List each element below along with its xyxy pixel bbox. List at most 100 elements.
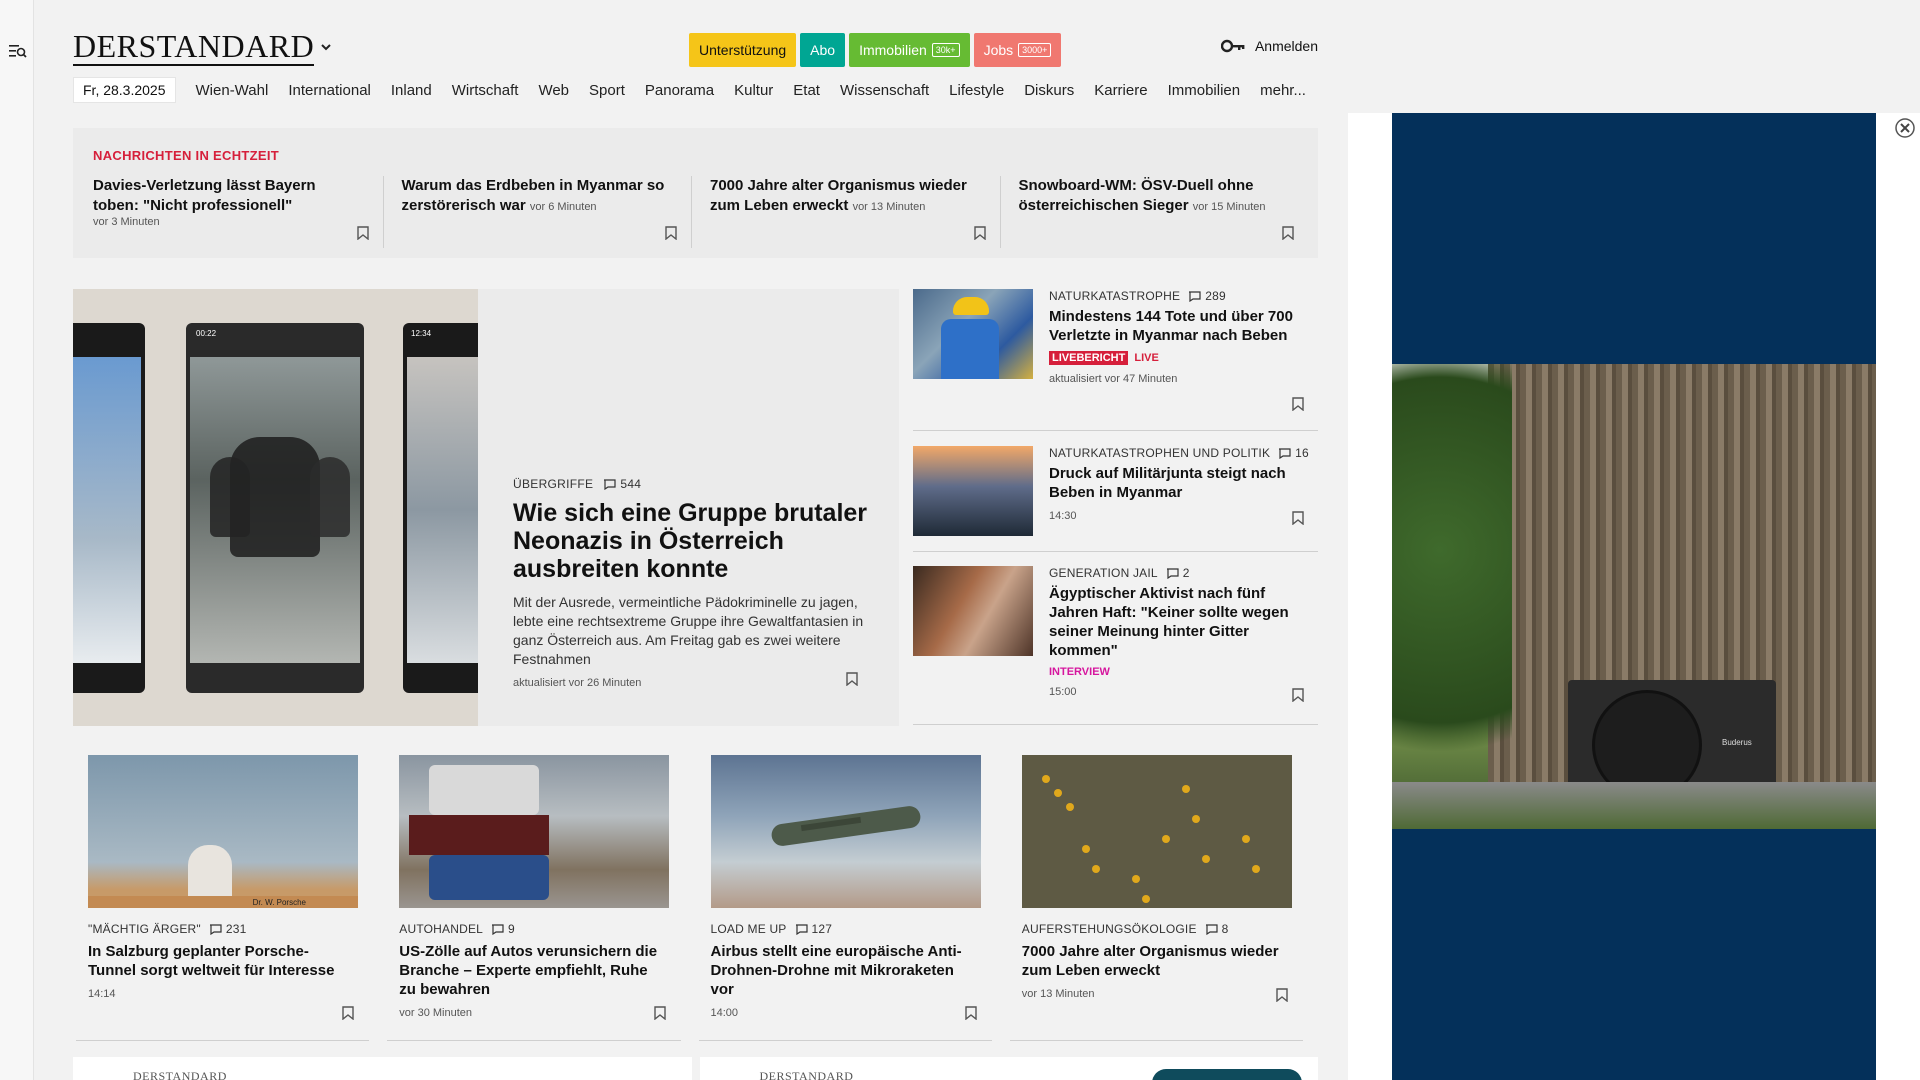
article-kicker-label: NATURKATASTROPHEN UND POLITIK — [1049, 446, 1271, 460]
hero-title[interactable]: Wie sich eine Gruppe brutaler Neonazis i… — [513, 499, 873, 583]
nav-item-panorama[interactable]: Panorama — [645, 82, 714, 99]
nav-item-kultur[interactable]: Kultur — [734, 82, 773, 99]
nav-item-karriere[interactable]: Karriere — [1094, 82, 1147, 99]
comment-count[interactable]: 289 — [1188, 289, 1226, 303]
ticker-item-title: Snowboard-WM: ÖSV-Duell ohne österreichi… — [1018, 177, 1266, 214]
bookmark-icon[interactable] — [973, 226, 986, 240]
login-button[interactable]: Anmelden — [1220, 38, 1318, 54]
lectern-sign: Dr. W. Porsche — [252, 898, 306, 907]
comment-count[interactable]: 231 — [209, 922, 247, 936]
nav-item-wirtschaft[interactable]: Wirtschaft — [452, 82, 519, 99]
nav-item-lifestyle[interactable]: Lifestyle — [949, 82, 1004, 99]
key-icon — [1220, 39, 1245, 53]
ticker-item[interactable]: Davies-Verletzung lässt Bayern toben: "N… — [93, 176, 384, 248]
bookmark-icon[interactable] — [342, 1006, 354, 1020]
nav-item-web[interactable]: Web — [538, 82, 569, 99]
comment-count[interactable]: 2 — [1166, 566, 1190, 580]
comment-icon — [795, 923, 808, 935]
nav-item-more[interactable]: mehr... — [1260, 82, 1306, 99]
nav-item-wissenschaft[interactable]: Wissenschaft — [840, 82, 929, 99]
bottom-teaser[interactable]: DERSTANDARD — [73, 1057, 692, 1080]
bookmark-icon[interactable] — [1292, 688, 1304, 702]
article-kicker-label: LOAD ME UP — [710, 922, 787, 936]
article-card[interactable]: AUFERSTEHUNGSÖKOLOGIE 8 7000 Jahre alter… — [1009, 755, 1303, 1041]
article-title: Airbus stellt eine europäische Anti-Droh… — [710, 943, 962, 998]
ticker-item[interactable]: Snowboard-WM: ÖSV-Duell ohne österreichi… — [1019, 176, 1309, 248]
comment-count[interactable]: 127 — [795, 922, 833, 936]
article-kicker: NATURKATASTROPHE 289 — [1049, 289, 1309, 303]
comment-count-value: 289 — [1205, 289, 1226, 303]
article-kicker: NATURKATASTROPHEN UND POLITIK 16 — [1049, 446, 1309, 460]
teaser-button[interactable] — [1152, 1069, 1302, 1080]
site-logo[interactable]: DERSTANDARD — [73, 28, 315, 66]
bookmark-icon[interactable] — [1282, 226, 1294, 240]
article-kicker-label: AUTOHANDEL — [399, 922, 484, 936]
bookmark-icon[interactable] — [1292, 397, 1304, 411]
nav-item-wien-wahl[interactable]: Wien-Wahl — [196, 82, 269, 99]
ticker-item-time: vor 3 Minuten — [93, 216, 160, 228]
bookmark-icon[interactable] — [846, 672, 858, 686]
side-article[interactable]: NATURKATASTROPHE 289 Mindestens 144 Tote… — [913, 289, 1318, 431]
bookmark-icon[interactable] — [1276, 988, 1288, 1002]
comment-icon — [1279, 447, 1291, 459]
ticker-item-time: vor 15 Minuten — [1192, 201, 1266, 213]
article-card[interactable]: LOAD ME UP 127 Airbus stellt eine europä… — [698, 755, 992, 1041]
teaser-logo: DERSTANDARD — [133, 1069, 227, 1080]
live-row: LIVEBERICHT LIVE — [1049, 351, 1309, 365]
bookmark-icon[interactable] — [653, 1006, 666, 1020]
search-menu-icon[interactable] — [9, 43, 27, 59]
article-title: 7000 Jahre alter Organismus wieder zum L… — [1021, 943, 1279, 979]
nav-item-inland[interactable]: Inland — [391, 82, 432, 99]
abo-label: Abo — [810, 42, 836, 58]
bookmark-icon[interactable] — [665, 226, 677, 240]
bottom-teaser[interactable]: DERSTANDARD — [699, 1057, 1318, 1080]
comment-count[interactable]: 544 — [603, 477, 641, 491]
bookmark-icon[interactable] — [965, 1006, 977, 1020]
side-article[interactable]: GENERATION JAIL 2 Ägyptischer Aktivist n… — [913, 552, 1318, 725]
comment-count[interactable]: 8 — [1205, 922, 1229, 936]
comment-count[interactable]: 9 — [491, 922, 515, 936]
immobilien-button[interactable]: Immobilien 30k+ — [849, 33, 970, 67]
article-card[interactable]: Dr. W. Porsche "MÄCHTIG ÄRGER" 231 In Sa… — [76, 755, 370, 1041]
abo-button[interactable]: Abo — [800, 33, 846, 67]
hero-article[interactable]: 00:22 12:34 ÜBERGRIFFE 544 Wie sich eine… — [73, 289, 899, 726]
nav-item-sport[interactable]: Sport — [589, 82, 625, 99]
article-kicker-label: NATURKATASTROPHE — [1049, 289, 1181, 303]
comment-count-value: 127 — [811, 922, 833, 936]
article-kicker-label: GENERATION JAIL — [1049, 566, 1158, 580]
ticker-item[interactable]: Warum das Erdbeben in Myanmar so zerstör… — [402, 176, 692, 248]
nav-item-etat[interactable]: Etat — [793, 82, 820, 99]
article-title: Druck auf Militärjunta steigt nach Beben… — [1049, 465, 1286, 501]
bookmark-icon[interactable] — [356, 226, 369, 240]
ticker-item-time: vor 13 Minuten — [852, 201, 926, 213]
nav-item-international[interactable]: International — [288, 82, 371, 99]
liveticker-badge: LIVEBERICHT — [1049, 351, 1129, 365]
comment-count-value: 16 — [1295, 446, 1309, 460]
page: DERSTANDARD Unterstützung Abo Immobilien… — [73, 0, 1318, 1080]
phone-screenshot: 12:34 — [403, 323, 478, 693]
article-card[interactable]: AUTOHANDEL 9 US-Zölle auf Autos verunsic… — [387, 755, 681, 1041]
comment-icon — [209, 923, 222, 935]
hero-kicker: ÜBERGRIFFE 544 — [513, 477, 873, 491]
ticker-item[interactable]: 7000 Jahre alter Organismus wieder zum L… — [710, 176, 1001, 248]
side-article-text: NATURKATASTROPHEN UND POLITIK 16 Druck a… — [1049, 446, 1309, 522]
divider — [1009, 1040, 1303, 1041]
nav-item-immobilien[interactable]: Immobilien — [1168, 82, 1241, 99]
side-article[interactable]: NATURKATASTROPHEN UND POLITIK 16 Druck a… — [913, 431, 1318, 552]
support-button[interactable]: Unterstützung — [689, 33, 797, 67]
login-label: Anmelden — [1254, 38, 1318, 54]
jobs-button[interactable]: Jobs 3000+ — [973, 33, 1062, 67]
live-label: LIVE — [1134, 352, 1159, 364]
comment-count[interactable]: 16 — [1278, 446, 1309, 460]
article-meta: aktualisiert vor 47 Minuten — [1049, 373, 1178, 385]
advertisement[interactable]: Buderus — [1392, 113, 1876, 1080]
close-icon[interactable] — [1895, 118, 1915, 138]
hero-kicker-label: ÜBERGRIFFE — [513, 477, 594, 491]
chevron-down-icon[interactable] — [319, 42, 333, 52]
phone-screenshot: 00:22 — [186, 323, 364, 693]
article-meta: vor 30 Minuten — [399, 1007, 473, 1019]
bookmark-icon[interactable] — [1292, 511, 1304, 525]
nav-item-diskurs[interactable]: Diskurs — [1024, 82, 1074, 99]
article-image — [710, 755, 981, 908]
article-kicker-label: "MÄCHTIG ÄRGER" — [88, 922, 201, 936]
